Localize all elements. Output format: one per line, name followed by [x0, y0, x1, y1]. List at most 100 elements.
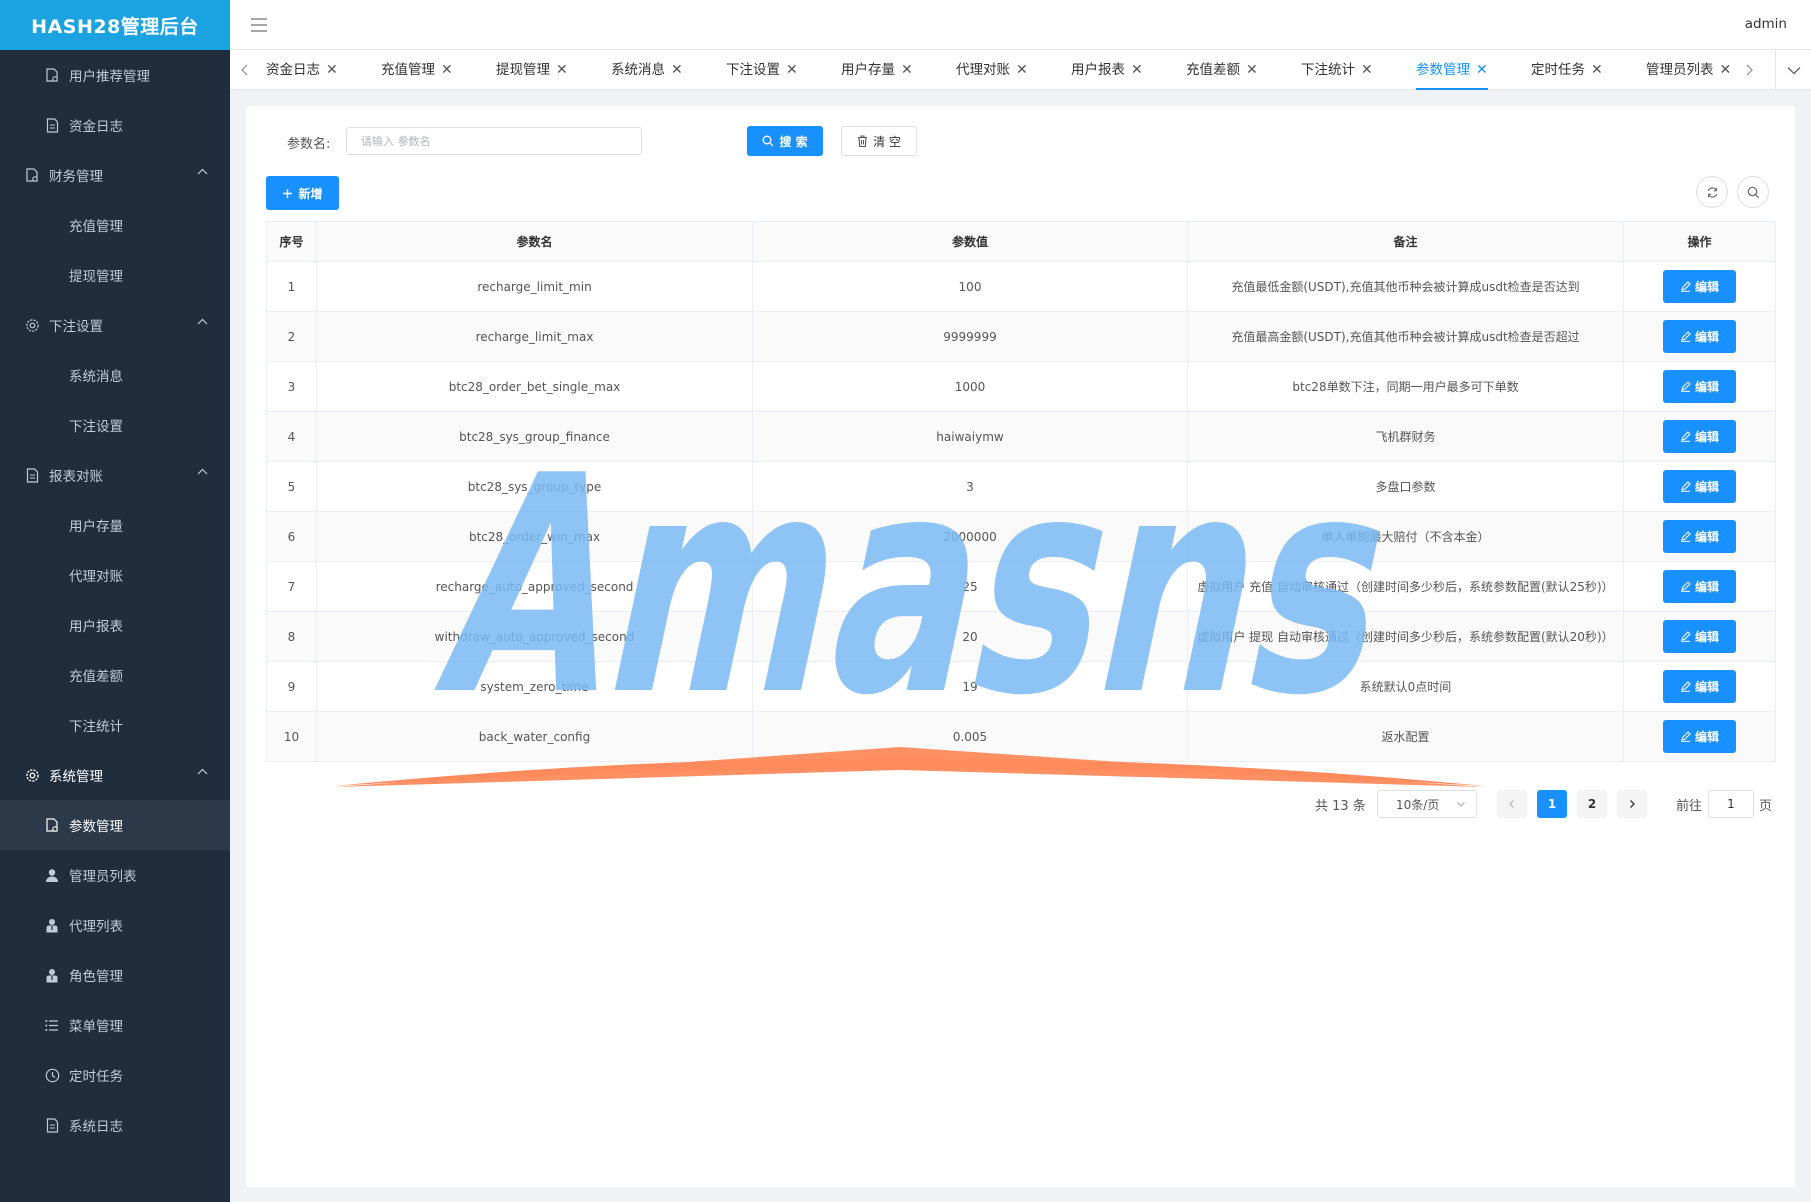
tab-menu-dropdown[interactable] — [1775, 50, 1811, 90]
goto-page-input[interactable] — [1708, 790, 1754, 818]
sidebar-item-user-report[interactable]: 用户报表 — [0, 600, 230, 650]
close-icon[interactable]: ✕ — [326, 62, 338, 78]
edit-button[interactable]: 编辑 — [1663, 620, 1736, 653]
sidebar-item-menu-manage[interactable]: 菜单管理 — [0, 1000, 230, 1050]
sidebar-item-params[interactable]: 参数管理 — [0, 800, 230, 850]
sidebar-item-label: 用户推荐管理 — [69, 69, 150, 85]
chevron-left-icon[interactable] — [238, 62, 252, 78]
edit-button-label: 编辑 — [1694, 730, 1719, 744]
chevron-right-icon — [1630, 800, 1635, 808]
tab-agent-reconcile[interactable]: 代理对账 ✕ — [956, 50, 1028, 90]
close-icon[interactable]: ✕ — [1246, 62, 1258, 78]
edit-button[interactable]: 编辑 — [1663, 270, 1736, 303]
edit-button[interactable]: 编辑 — [1663, 320, 1736, 353]
close-icon[interactable]: ✕ — [1720, 62, 1732, 78]
sidebar-item-user-stock[interactable]: 用户存量 — [0, 500, 230, 550]
tab-scheduled-task[interactable]: 定时任务 ✕ — [1531, 50, 1603, 90]
tab-withdraw[interactable]: 提现管理 ✕ — [496, 50, 568, 90]
close-icon[interactable]: ✕ — [1361, 62, 1373, 78]
edit-button[interactable]: 编辑 — [1663, 670, 1736, 703]
edit-button[interactable]: 编辑 — [1663, 720, 1736, 753]
tab-params[interactable]: 参数管理 ✕ — [1416, 50, 1488, 90]
edit-button[interactable]: 编辑 — [1663, 520, 1736, 553]
edit-button[interactable]: 编辑 — [1663, 370, 1736, 403]
tab-label: 下注统计 — [1301, 62, 1355, 78]
edit-button[interactable]: 编辑 — [1663, 420, 1736, 453]
close-icon[interactable]: ✕ — [441, 62, 453, 78]
table-row: 7 recharge_auto_approved_second 25 虚拟用户 充值 … — [266, 561, 1776, 612]
cell-remark: btc28单数下注，同期一用户最多可下单数 — [1187, 361, 1624, 412]
sidebar-group-reports[interactable]: 报表对账 — [0, 450, 230, 500]
sidebar-item-system-message[interactable]: 系统消息 — [0, 350, 230, 400]
tab-label: 资金日志 — [266, 62, 320, 78]
sidebar-item-bet-settings[interactable]: 下注设置 — [0, 400, 230, 450]
sidebar-item-recharge[interactable]: 充值管理 — [0, 200, 230, 250]
sidebar-item-label: 系统管理 — [49, 769, 103, 785]
edit-button[interactable]: 编辑 — [1663, 470, 1736, 503]
toggle-search-button[interactable] — [1737, 176, 1769, 208]
table-row: 6 btc28_order_win_max 2000000 单人单期最大赔付（不含本金… — [266, 511, 1776, 562]
chevron-up-icon — [197, 768, 208, 775]
prev-page-button[interactable] — [1497, 790, 1527, 818]
chevron-up-icon — [197, 318, 208, 325]
tab-recharge[interactable]: 充值管理 ✕ — [381, 50, 453, 90]
tab-system-message[interactable]: 系统消息 ✕ — [611, 50, 683, 90]
doc-settings-icon — [24, 167, 40, 183]
sidebar-item-role-manage[interactable]: 角色管理 — [0, 950, 230, 1000]
search-button[interactable]: 搜 索 — [747, 126, 823, 156]
tab-fund-log[interactable]: 资金日志 ✕ — [266, 50, 338, 90]
sidebar-group-system[interactable]: 系统管理 — [0, 750, 230, 800]
close-icon[interactable]: ✕ — [1016, 62, 1028, 78]
tab-bar: 资金日志 ✕ 充值管理 ✕ 提现管理 ✕ 系统消息 ✕ 下注设置 ✕ 用户存量 ✕ 代理对账… — [230, 50, 1811, 90]
sidebar-item-system-log[interactable]: 系统日志 — [0, 1100, 230, 1150]
edit-button-label: 编辑 — [1694, 580, 1719, 594]
sidebar-item-recharge-diff[interactable]: 充值差额 — [0, 650, 230, 700]
sidebar: HASH28管理后台 用户推荐管理 资金日志 财务管理 充值管理 提现管理 下注… — [0, 0, 230, 1202]
sidebar-item-agent-reconcile[interactable]: 代理对账 — [0, 550, 230, 600]
tab-bet-stats[interactable]: 下注统计 ✕ — [1301, 50, 1373, 90]
page-button-1[interactable]: 1 — [1537, 790, 1567, 818]
add-button[interactable]: 新增 — [266, 176, 339, 210]
sidebar-group-bet-settings[interactable]: 下注设置 — [0, 300, 230, 350]
sidebar-item-label: 参数管理 — [69, 819, 123, 835]
cell-param-value: 100 — [752, 261, 1188, 312]
page-size-select[interactable]: 10条/页 — [1377, 790, 1477, 818]
refresh-button[interactable] — [1696, 176, 1728, 208]
close-icon[interactable]: ✕ — [1591, 62, 1603, 78]
user-menu[interactable]: admin — [1745, 16, 1787, 32]
sidebar-item-label: 资金日志 — [69, 119, 123, 135]
tab-label: 代理对账 — [956, 62, 1010, 78]
page-button-2[interactable]: 2 — [1577, 790, 1607, 818]
close-icon[interactable]: ✕ — [556, 62, 568, 78]
tab-bet-settings[interactable]: 下注设置 ✕ — [726, 50, 798, 90]
sidebar-group-finance[interactable]: 财务管理 — [0, 150, 230, 200]
hamburger-menu-icon[interactable] — [250, 16, 268, 34]
close-icon[interactable]: ✕ — [901, 62, 913, 78]
param-name-input[interactable] — [346, 127, 642, 155]
close-icon[interactable]: ✕ — [1476, 62, 1488, 78]
tab-admin-list[interactable]: 管理员列表 ✕ — [1646, 50, 1731, 90]
edit-button-label: 编辑 — [1694, 430, 1719, 444]
cell-param-value: haiwaiymw — [752, 411, 1188, 462]
search-button-label: 搜 索 — [779, 134, 808, 149]
sidebar-item-scheduled-task[interactable]: 定时任务 — [0, 1050, 230, 1100]
sidebar-item-agent-list[interactable]: 代理列表 — [0, 900, 230, 950]
sidebar-item-withdraw[interactable]: 提现管理 — [0, 250, 230, 300]
sidebar-item-fund-log[interactable]: 资金日志 — [0, 100, 230, 150]
tab-user-report[interactable]: 用户报表 ✕ — [1071, 50, 1143, 90]
column-header-index: 序号 — [266, 221, 317, 262]
document-icon — [24, 467, 40, 483]
clear-button[interactable]: 清 空 — [841, 126, 917, 156]
edit-button[interactable]: 编辑 — [1663, 570, 1736, 603]
next-page-button[interactable] — [1617, 790, 1647, 818]
sidebar-item-user-referral[interactable]: 用户推荐管理 — [0, 50, 230, 100]
close-icon[interactable]: ✕ — [671, 62, 683, 78]
close-icon[interactable]: ✕ — [1131, 62, 1143, 78]
cell-index: 7 — [266, 561, 317, 612]
close-icon[interactable]: ✕ — [786, 62, 798, 78]
chevron-right-icon[interactable] — [1742, 62, 1756, 78]
sidebar-item-admin-list[interactable]: 管理员列表 — [0, 850, 230, 900]
tab-user-stock[interactable]: 用户存量 ✕ — [841, 50, 913, 90]
sidebar-item-bet-stats[interactable]: 下注统计 — [0, 700, 230, 750]
tab-recharge-diff[interactable]: 充值差额 ✕ — [1186, 50, 1258, 90]
